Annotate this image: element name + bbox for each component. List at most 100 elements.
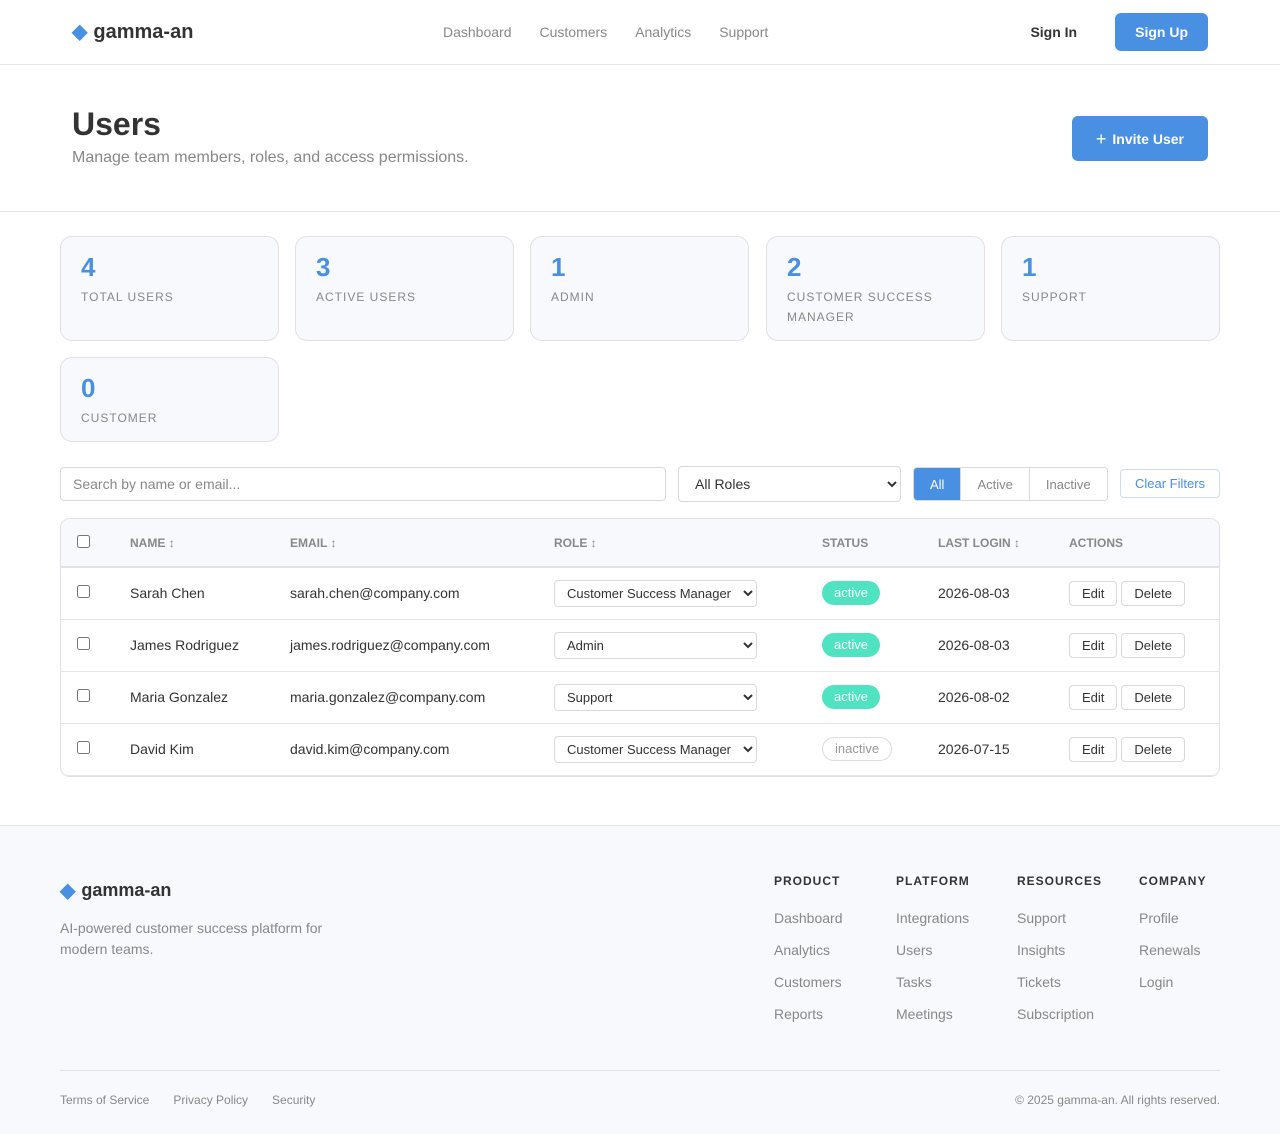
footer-link[interactable]: Integrations [896, 910, 970, 926]
stat-card-admin: 1 Admin [530, 236, 749, 341]
auth-actions: Sign In Sign Up [1012, 13, 1208, 51]
edit-button[interactable]: Edit [1069, 684, 1118, 710]
column-header-status: Status [822, 535, 869, 550]
row-actions: Edit Delete [1061, 723, 1219, 775]
footer-link[interactable]: Tickets [1017, 974, 1102, 990]
table-row: David Kim david.kim@company.com Customer… [61, 723, 1219, 775]
footer-column-platform: Platform Integrations Users Tasks Meetin… [896, 874, 970, 1038]
delete-button[interactable]: Delete [1121, 736, 1185, 762]
stat-label: Customer [81, 411, 158, 425]
diamond-icon: ◆ [72, 21, 88, 43]
edit-button[interactable]: Edit [1069, 632, 1118, 658]
row-select-cell [61, 619, 122, 671]
footer-link[interactable]: Users [896, 942, 970, 958]
filters-bar: All Roles All Active Inactive Clear Filt… [0, 466, 1280, 518]
privacy-link[interactable]: Privacy Policy [173, 1093, 248, 1107]
row-checkbox[interactable] [77, 637, 90, 650]
user-status-cell: active [814, 567, 930, 619]
footer-column-company: Company Profile Renewals Login [1139, 874, 1206, 1006]
user-status-cell: active [814, 619, 930, 671]
row-checkbox[interactable] [77, 741, 90, 754]
nav-link-dashboard[interactable]: Dashboard [443, 24, 512, 40]
footer-link[interactable]: Login [1139, 974, 1206, 990]
user-email: sarah.chen@company.com [290, 585, 460, 602]
column-header-email[interactable]: Email ↕ [282, 519, 546, 567]
footer-link[interactable]: Insights [1017, 942, 1102, 958]
role-select[interactable]: Customer Success Manager [554, 735, 757, 763]
top-nav: ◆ gamma-an Dashboard Customers Analytics… [0, 0, 1280, 65]
role-select[interactable]: Support [554, 683, 757, 711]
footer-link[interactable]: Customers [774, 974, 843, 990]
footer-logo[interactable]: ◆ gamma-an [60, 880, 171, 901]
column-header-role[interactable]: Role ↕ [546, 519, 814, 567]
edit-button[interactable]: Edit [1069, 736, 1118, 762]
footer-link[interactable]: Support [1017, 910, 1102, 926]
role-select[interactable]: Customer Success Manager [554, 579, 757, 607]
brand-logo[interactable]: ◆ gamma-an [72, 21, 193, 44]
footer-column-product: Product Dashboard Analytics Customers Re… [774, 874, 843, 1038]
edit-button[interactable]: Edit [1069, 580, 1118, 606]
footer-link[interactable]: Tasks [896, 974, 970, 990]
status-filter-tabs: All Active Inactive [913, 467, 1108, 501]
footer-column-title: Platform [896, 874, 970, 888]
stat-value: 3 [316, 252, 331, 282]
user-role-cell: Support [546, 671, 814, 723]
security-link[interactable]: Security [272, 1093, 315, 1107]
role-select[interactable]: Admin [554, 631, 757, 659]
users-table: Name ↕ Email ↕ Role ↕ Status Last Login … [60, 518, 1220, 777]
row-checkbox[interactable] [77, 585, 90, 599]
status-tab-inactive[interactable]: Inactive [1028, 468, 1107, 500]
delete-button[interactable]: Delete [1121, 684, 1185, 710]
footer-column-title: Company [1139, 874, 1207, 888]
table-row: James Rodriguez james.rodriguez@company.… [61, 619, 1219, 671]
footer-link[interactable]: Reports [774, 1006, 843, 1022]
footer-column-title: Product [774, 874, 841, 888]
nav-link-analytics[interactable]: Analytics [635, 24, 691, 40]
column-header-actions: Actions [1069, 535, 1123, 550]
footer-link[interactable]: Renewals [1139, 942, 1206, 958]
footer-link[interactable]: Meetings [896, 1006, 970, 1022]
search-input[interactable] [60, 467, 666, 501]
column-header-name[interactable]: Name ↕ [122, 519, 282, 567]
nav-link-support[interactable]: Support [719, 24, 768, 40]
clear-filters-button[interactable]: Clear Filters [1120, 469, 1220, 498]
row-actions: Edit Delete [1061, 619, 1219, 671]
footer-tagline: AI-powered customer success platform for… [60, 920, 323, 957]
footer-link[interactable]: Profile [1139, 910, 1206, 926]
row-checkbox[interactable] [77, 689, 90, 702]
status-badge: active [822, 633, 880, 657]
user-status-cell: inactive [814, 723, 930, 775]
footer-link[interactable]: Subscription [1017, 1006, 1102, 1022]
row-actions: Edit Delete [1061, 567, 1219, 619]
status-tab-all[interactable]: All [914, 468, 961, 500]
sign-in-button[interactable]: Sign In [1012, 14, 1095, 50]
role-filter-select[interactable]: All Roles [678, 466, 901, 502]
invite-user-label: Invite User [1112, 130, 1184, 147]
stat-value: 4 [81, 252, 96, 282]
select-all-checkbox[interactable] [77, 534, 90, 548]
terms-link[interactable]: Terms of Service [60, 1093, 149, 1107]
user-name: James Rodriguez [130, 637, 239, 653]
status-badge: active [822, 685, 880, 709]
page-subtitle: Manage team members, roles, and access p… [72, 149, 469, 166]
stat-label: Admin [551, 290, 595, 304]
invite-user-button[interactable]: + Invite User [1071, 116, 1208, 161]
delete-button[interactable]: Delete [1121, 632, 1185, 658]
footer-link[interactable]: Dashboard [774, 910, 843, 926]
user-email: maria.gonzalez@company.com [290, 689, 486, 705]
footer-column-title: Resources [1017, 874, 1103, 888]
column-header-last-login[interactable]: Last Login ↕ [930, 519, 1061, 567]
footer-divider [60, 1070, 1220, 1071]
footer-brand-name: gamma-an [81, 880, 172, 900]
plus-icon: + [1095, 128, 1107, 149]
footer-link[interactable]: Analytics [774, 942, 843, 958]
sign-up-button[interactable]: Sign Up [1115, 13, 1208, 51]
stat-label: Active Users [316, 290, 417, 304]
nav-link-customers[interactable]: Customers [540, 24, 608, 40]
user-email: david.kim@company.com [290, 741, 450, 757]
delete-button[interactable]: Delete [1121, 580, 1185, 606]
row-actions: Edit Delete [1061, 671, 1219, 723]
stat-card-customer: 0 Customer [60, 357, 279, 442]
status-tab-active[interactable]: Active [960, 468, 1029, 500]
user-status-cell: active [814, 671, 930, 723]
